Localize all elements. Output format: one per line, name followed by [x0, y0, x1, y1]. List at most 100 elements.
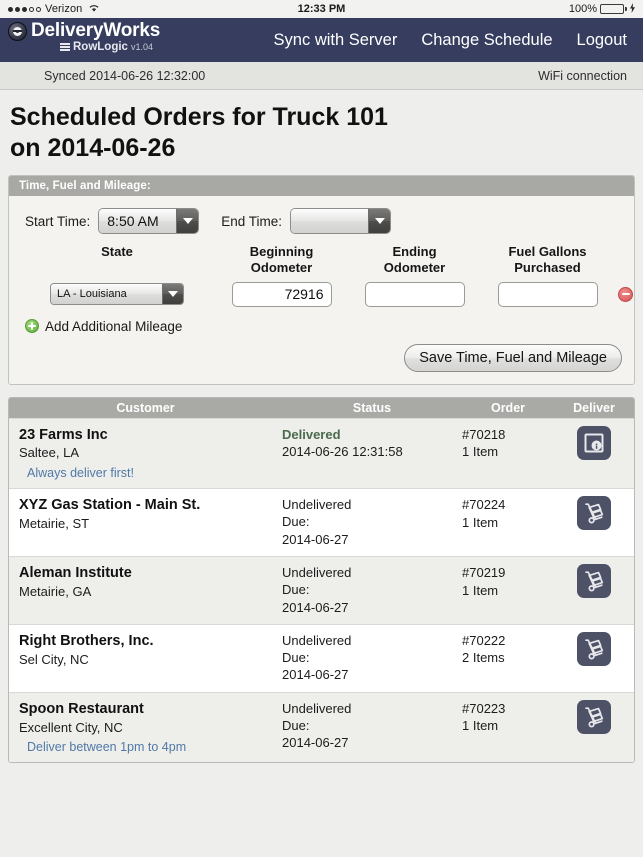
hand-truck-icon[interactable] [577, 496, 611, 531]
brand-sub: RowLogic v1.04 [8, 41, 160, 53]
customer-name: Right Brothers, Inc. [19, 632, 154, 649]
chevron-down-icon [162, 284, 183, 304]
order-number-cell: #70222 2 Items [462, 632, 554, 684]
orders-col-status: Status [352, 400, 392, 415]
customer-name: Spoon Restaurant [19, 700, 144, 717]
col-header-ending-odometer-l2: Odometer [383, 260, 446, 276]
state-cell: LA - Louisiana [19, 283, 215, 305]
brand-block: DeliveryWorks RowLogic v1.04 [0, 20, 160, 53]
mileage-row: LA - Louisiana [19, 281, 633, 307]
customer-city: Saltee, LA [19, 445, 79, 461]
app-title: DeliveryWorks [31, 20, 161, 41]
order-deliver-cell [554, 496, 634, 548]
col-header-fuel-gallons: Fuel Gallons Purchased [481, 244, 614, 277]
start-time-value: 8:50 AM [99, 209, 177, 233]
table-row[interactable]: 23 Farms Inc Saltee, LA Always deliver fir… [9, 417, 634, 489]
add-additional-mileage-label: Add Additional Mileage [45, 318, 183, 334]
status-bar-right: 100% [568, 2, 635, 16]
carrier-label: Verizon [45, 3, 83, 15]
hand-truck-icon[interactable] [577, 631, 611, 666]
order-customer-cell: XYZ Gas Station - Main St. Metairie, ST [9, 496, 282, 548]
end-time-select[interactable] [290, 208, 392, 234]
panel-header-label: Time, Fuel and Mileage: [9, 176, 634, 196]
ending-odometer-cell [348, 281, 481, 307]
orders-col-customer: Customer [116, 400, 175, 415]
app-navbar: DeliveryWorks RowLogic v1.04 Sync with S… [0, 18, 643, 62]
start-time-select[interactable]: 8:50 AM [98, 208, 200, 234]
status-due-date: 2014-06-27 [282, 531, 349, 547]
status-line-2: Due: [282, 582, 310, 598]
customer-city: Sel City, NC [19, 651, 89, 667]
chevron-down-icon [176, 209, 199, 233]
order-item-count: 1 Item [462, 514, 499, 530]
status-line-2: Due: [282, 718, 310, 733]
start-time-label: Start Time: [25, 213, 91, 229]
order-item-count: 1 Item [462, 582, 499, 598]
order-number: #70219 [462, 565, 506, 581]
save-button-wrap: Save Time, Fuel and Mileage [19, 334, 624, 372]
col-header-ending-odometer: Ending Odometer [348, 244, 481, 277]
nav-logout[interactable]: Logout [577, 31, 627, 50]
signal-strength-icon [8, 6, 41, 12]
order-number: #70222 [462, 632, 506, 648]
ending-odometer-input[interactable] [364, 281, 465, 307]
battery-percent-label: 100% [568, 3, 597, 15]
hand-truck-icon[interactable] [577, 564, 611, 599]
hamburger-icon [60, 43, 70, 51]
status-badge: Delivered [282, 426, 341, 442]
table-row[interactable]: Aleman Institute Metairie, GA Undelivered D… [9, 556, 634, 624]
table-row[interactable]: Right Brothers, Inc. Sel City, NC Undelive… [9, 623, 634, 692]
col-header-beginning-odometer: Beginning Odometer [215, 244, 348, 277]
end-time-label: End Time: [221, 213, 283, 229]
beginning-odometer-input[interactable] [231, 281, 332, 307]
nav-sync-with-server[interactable]: Sync with Server [274, 31, 398, 50]
order-number-cell: #70218 1 Item [462, 426, 554, 481]
status-badge: Undelivered [282, 700, 352, 716]
page-title-line2: on 2014-06-26 [10, 133, 176, 162]
synced-timestamp: Synced 2014-06-26 12:32:00 [44, 68, 206, 83]
order-number: #70218 [462, 426, 506, 442]
page-title-line1: Scheduled Orders for Truck 101 [10, 103, 388, 131]
battery-cap-icon [625, 7, 627, 11]
status-due-date: 2014-06-27 [282, 599, 349, 615]
order-item-count: 1 Item [462, 444, 499, 460]
battery-icon [600, 4, 624, 14]
nav-change-schedule[interactable]: Change Schedule [421, 31, 552, 50]
customer-name: 23 Farms Inc [19, 426, 108, 443]
order-number-cell: #70223 1 Item [462, 700, 554, 755]
package-info-icon[interactable] [577, 425, 611, 460]
sub-brand-label: RowLogic [73, 41, 128, 53]
charging-bolt-icon [630, 2, 635, 16]
order-item-count: 1 Item [462, 718, 499, 734]
status-bar-left: Verizon [8, 3, 100, 16]
panel-body: Start Time: 8:50 AM End Time: State Begi… [9, 196, 634, 384]
mileage-column-headers: State Beginning Odometer Ending Odometer… [19, 244, 624, 282]
state-select[interactable]: LA - Louisiana [50, 283, 184, 305]
order-customer-cell: Aleman Institute Metairie, GA [9, 564, 282, 616]
order-status-cell: Undelivered Due: 2014-06-27 [282, 700, 462, 755]
remove-circle-icon[interactable] [618, 286, 633, 302]
order-status-cell: Delivered 2014-06-26 12:31:58 [282, 426, 462, 481]
status-line-2: 2014-06-26 12:31:58 [282, 443, 403, 459]
remove-row-cell [614, 286, 633, 302]
time-fuel-mileage-panel: Time, Fuel and Mileage: Start Time: 8:50… [8, 175, 635, 385]
order-deliver-cell [554, 631, 634, 684]
connection-type-label: WiFi connection [538, 68, 627, 83]
order-deliver-cell [554, 564, 634, 616]
save-time-fuel-mileage-button[interactable]: Save Time, Fuel and Mileage [404, 343, 622, 372]
hand-truck-icon[interactable] [577, 699, 611, 734]
table-row[interactable]: Spoon Restaurant Excellent City, NC Delive… [9, 691, 634, 763]
customer-note[interactable]: Always deliver first! [19, 463, 282, 480]
customer-city: Metairie, ST [19, 516, 90, 532]
fuel-gallons-input[interactable] [497, 281, 598, 307]
table-row[interactable]: XYZ Gas Station - Main St. Metairie, ST Un… [9, 488, 634, 557]
order-status-cell: Undelivered Due: 2014-06-27 [282, 564, 462, 616]
orders-table: Customer Status Order Deliver 23 Farms I… [8, 396, 635, 764]
order-status-cell: Undelivered Due: 2014-06-27 [282, 632, 462, 684]
status-line-2: Due: [282, 514, 310, 530]
col-header-fuel-gallons-l1: Fuel Gallons [508, 244, 587, 259]
add-additional-mileage-link[interactable]: Add Additional Mileage [19, 307, 624, 334]
customer-note[interactable]: Deliver between 1pm to 4pm [19, 737, 282, 754]
orders-col-order: Order [490, 400, 526, 415]
col-header-ending-odometer-l1: Ending [392, 244, 437, 259]
